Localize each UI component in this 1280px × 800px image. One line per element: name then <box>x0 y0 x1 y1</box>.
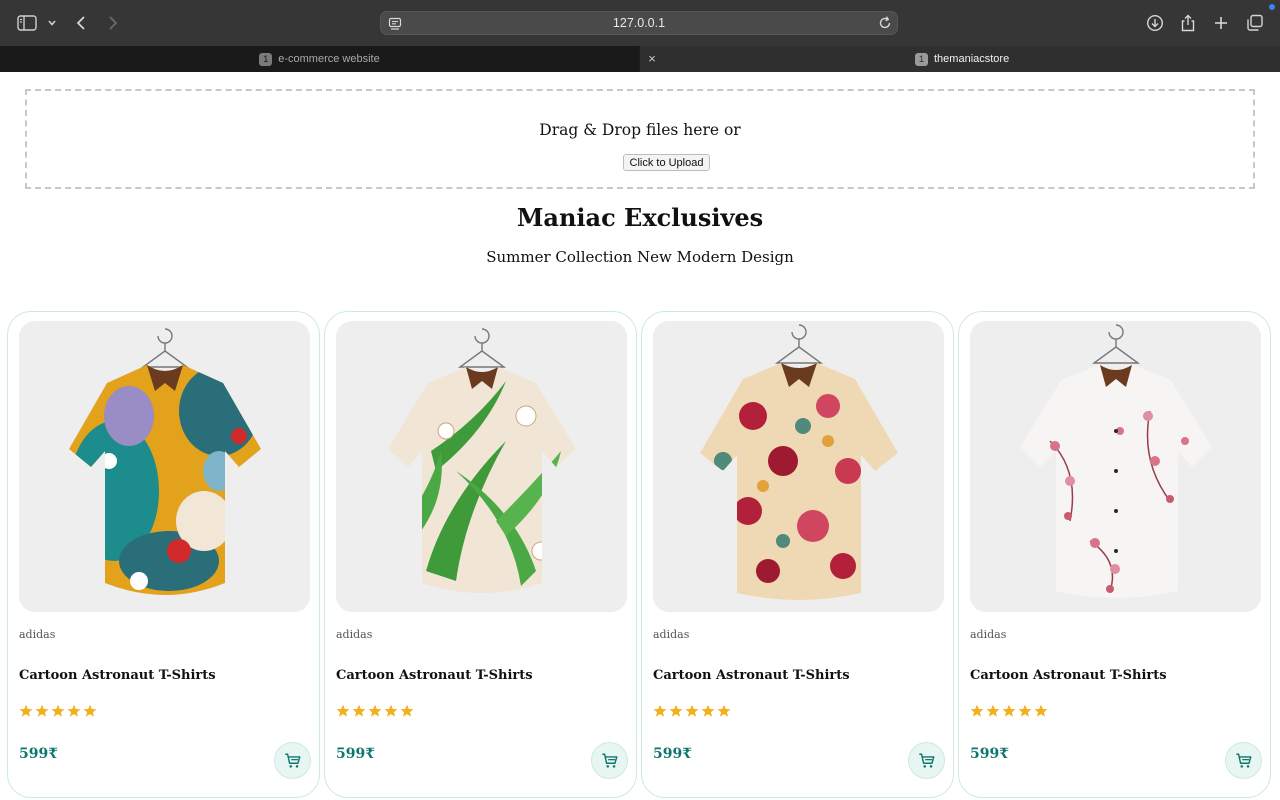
tab-title: themaniacstore <box>934 53 1010 65</box>
product-price: 599₹ <box>970 746 1009 762</box>
tab-title-group: 1 themaniacstore <box>915 46 1009 72</box>
product-image-pink-blossom-white-shirt[interactable] <box>970 321 1261 612</box>
star-icon <box>400 704 414 717</box>
product-card[interactable]: adidas Cartoon Astronaut T-Shirts 599₹ <box>958 311 1271 798</box>
add-to-cart-button[interactable] <box>1225 742 1262 779</box>
product-name[interactable]: Cartoon Astronaut T-Shirts <box>19 668 216 683</box>
product-image-red-rose-floral-shirt[interactable] <box>653 321 944 612</box>
product-name[interactable]: Cartoon Astronaut T-Shirts <box>970 668 1167 683</box>
cart-icon <box>918 753 934 768</box>
product-name[interactable]: Cartoon Astronaut T-Shirts <box>336 668 533 683</box>
star-icon <box>384 704 398 717</box>
star-icon <box>1018 704 1032 717</box>
new-tab-icon[interactable] <box>1209 11 1233 35</box>
product-image-green-leaf-floral-shirt[interactable] <box>336 321 627 612</box>
product-price: 599₹ <box>336 746 375 762</box>
dropzone-prompt: Drag & Drop files here or <box>539 121 741 139</box>
tab-e-commerce-website[interactable]: 1 e-commerce website <box>0 46 639 72</box>
file-dropzone[interactable]: Drag & Drop files here or Click to Uploa… <box>25 89 1255 189</box>
star-icon <box>986 704 1000 717</box>
page-subtitle: Summer Collection New Modern Design <box>486 248 794 266</box>
chevron-down-icon[interactable] <box>40 11 64 35</box>
add-to-cart-button[interactable] <box>591 742 628 779</box>
notification-dot <box>1269 4 1275 10</box>
add-to-cart-button[interactable] <box>274 742 311 779</box>
star-rating <box>653 704 731 718</box>
star-icon <box>368 704 382 717</box>
tab-number-badge: 1 <box>915 52 928 66</box>
tab-overview-icon[interactable] <box>1243 11 1267 35</box>
star-icon <box>83 704 97 717</box>
product-card[interactable]: adidas Cartoon Astronaut T-Shirts 599₹ <box>324 311 637 798</box>
star-icon <box>970 704 984 717</box>
cart-icon <box>601 753 617 768</box>
product-card[interactable]: adidas Cartoon Astronaut T-Shirts 599₹ <box>7 311 320 798</box>
browser-toolbar: 127.0.0.1 <box>0 0 1280 46</box>
back-arrow-icon[interactable] <box>69 11 93 35</box>
product-price: 599₹ <box>19 746 58 762</box>
star-rating <box>970 704 1048 718</box>
star-icon <box>19 704 33 717</box>
tab-bar: 1 e-commerce website × 1 themaniacstore <box>0 46 1280 72</box>
star-rating <box>336 704 414 718</box>
tab-number-badge: 1 <box>259 52 273 66</box>
star-icon <box>701 704 715 717</box>
tab-title: e-commerce website <box>278 53 380 65</box>
cart-icon <box>1235 753 1251 768</box>
star-icon <box>352 704 366 717</box>
product-brand: adidas <box>653 628 690 641</box>
add-to-cart-button[interactable] <box>908 742 945 779</box>
star-icon <box>35 704 49 717</box>
star-icon <box>1034 704 1048 717</box>
star-icon <box>1002 704 1016 717</box>
tab-themaniacstore[interactable]: × 1 themaniacstore <box>640 46 1280 72</box>
star-icon <box>717 704 731 717</box>
sidebar-toggle-icon[interactable] <box>15 11 39 35</box>
star-icon <box>51 704 65 717</box>
reload-icon[interactable] <box>877 15 893 35</box>
star-icon <box>67 704 81 717</box>
page-title: Maniac Exclusives <box>516 203 764 232</box>
cart-icon <box>284 753 300 768</box>
upload-button[interactable]: Click to Upload <box>623 154 710 171</box>
product-card[interactable]: adidas Cartoon Astronaut T-Shirts 599₹ <box>641 311 954 798</box>
downloads-icon[interactable] <box>1143 11 1167 35</box>
product-brand: adidas <box>336 628 373 641</box>
star-rating <box>19 704 97 718</box>
product-brand: adidas <box>19 628 56 641</box>
share-icon[interactable] <box>1176 11 1200 35</box>
forward-arrow-icon[interactable] <box>101 11 125 35</box>
star-icon <box>685 704 699 717</box>
star-icon <box>669 704 683 717</box>
product-image-colorful-abstract-shirt[interactable] <box>19 321 310 612</box>
close-tab-icon[interactable]: × <box>645 52 659 66</box>
product-name[interactable]: Cartoon Astronaut T-Shirts <box>653 668 850 683</box>
product-brand: adidas <box>970 628 1007 641</box>
url-text[interactable]: 127.0.0.1 <box>381 12 897 34</box>
star-icon <box>653 704 667 717</box>
product-price: 599₹ <box>653 746 692 762</box>
address-bar[interactable]: 127.0.0.1 <box>380 11 898 35</box>
star-icon <box>336 704 350 717</box>
